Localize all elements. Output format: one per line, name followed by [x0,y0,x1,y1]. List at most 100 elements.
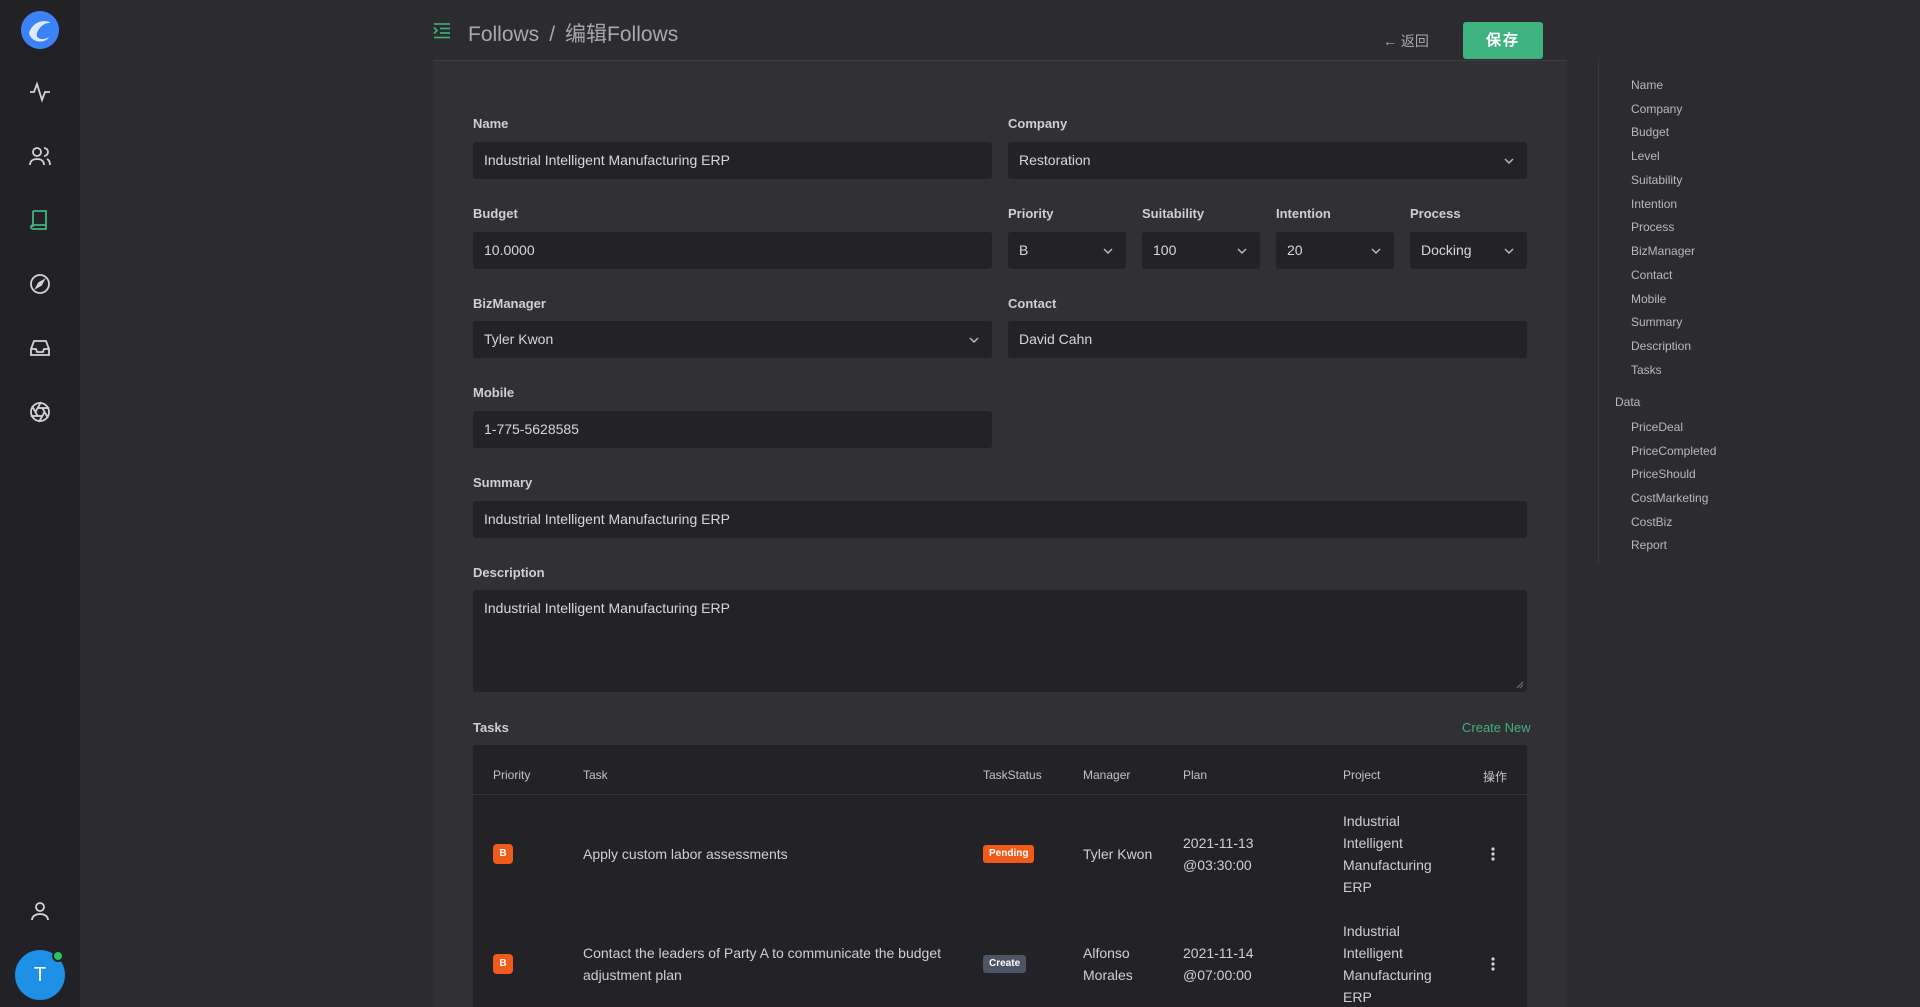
chevron-down-icon [1504,158,1514,164]
name-label: Name [473,116,509,131]
budget-label: Budget [473,206,518,221]
outline-item-budget[interactable]: Budget [1631,125,1669,139]
save-button[interactable]: 保存 [1463,22,1543,59]
outline-item-costbiz[interactable]: CostBiz [1631,515,1672,529]
priority-label: Priority [1008,206,1054,221]
left-rail: T [0,0,80,1007]
task-manager: Morales [1083,967,1133,983]
breadcrumb-current: 编辑Follows [565,23,679,46]
outline-item-report[interactable]: Report [1631,538,1667,552]
outline-item-process[interactable]: Process [1631,220,1674,234]
description-textarea[interactable]: Industrial Intelligent Manufacturing ERP [473,590,1527,692]
outline-item-pricecompleted[interactable]: PriceCompleted [1631,444,1716,458]
priority-select[interactable]: B [1008,232,1126,269]
column-header-plan[interactable]: Plan [1183,768,1207,782]
task-project: ERP [1343,989,1372,1005]
outline-item-description[interactable]: Description [1631,339,1691,353]
task-plan-time: @07:00:00 [1183,967,1252,983]
task-plan-time: @03:30:00 [1183,857,1252,873]
column-header-task[interactable]: Task [583,768,608,782]
outline-item-name[interactable]: Name [1631,78,1663,92]
task-project: Industrial [1343,923,1400,939]
company-select[interactable]: Restoration [1008,142,1527,179]
contact-input[interactable]: David Cahn [1008,321,1527,358]
outline-item-priceshould[interactable]: PriceShould [1631,467,1696,481]
outline-divider [1598,58,1599,563]
process-label: Process [1410,206,1461,221]
task-manager: Alfonso [1083,945,1130,961]
priority-badge: B [493,844,513,864]
activity-icon[interactable] [28,80,52,104]
summary-label: Summary [473,475,533,490]
task-name[interactable]: adjustment plan [583,964,682,986]
description-value: Industrial Intelligent Manufacturing ERP [484,600,730,616]
process-select[interactable]: Docking [1410,232,1527,269]
chevron-down-icon [1371,248,1381,254]
outline-item-contact[interactable]: Contact [1631,268,1672,282]
status-badge: Pending [983,845,1035,863]
priority-value: B [1019,242,1029,258]
intention-value: 20 [1287,242,1303,258]
column-header-taskstatus[interactable]: TaskStatus [983,768,1042,782]
task-project: Intelligent [1343,835,1403,851]
description-label: Description [473,565,545,580]
mobile-label: Mobile [473,385,515,400]
breadcrumb-root[interactable]: Follows [468,23,539,46]
outline-item-level[interactable]: Level [1631,149,1660,163]
task-project: Manufacturing [1343,967,1432,983]
chevron-down-icon [1103,248,1113,254]
task-project: ERP [1343,879,1372,895]
column-header-priority[interactable]: Priority [493,768,530,782]
contact-label: Contact [1008,296,1057,311]
suitability-select[interactable]: 100 [1142,232,1260,269]
priority-badge: B [493,954,513,974]
intention-label: Intention [1276,206,1331,221]
suitability-label: Suitability [1142,206,1205,221]
mobile-input[interactable]: 1-775-5628585 [473,411,992,448]
suitability-value: 100 [1153,242,1177,258]
outline-item-mobile[interactable]: Mobile [1631,292,1666,306]
bizmanager-label: BizManager [473,296,546,311]
task-name[interactable]: Apply custom labor assessments [583,843,788,865]
create-new-link[interactable]: Create New [1462,720,1531,735]
inbox-icon[interactable] [28,336,52,360]
task-name[interactable]: Contact the leaders of Party A to commun… [583,942,941,964]
outline-item-suitability[interactable]: Suitability [1631,173,1682,187]
name-input[interactable]: Industrial Intelligent Manufacturing ERP [473,142,992,179]
outline-item-intention[interactable]: Intention [1631,197,1677,211]
budget-input[interactable]: 10.0000 [473,232,992,269]
chevron-down-icon [1237,248,1247,254]
more-vertical-icon[interactable] [1485,956,1501,972]
chevron-down-icon [969,337,979,343]
task-plan-date: 2021-11-14 [1183,945,1254,961]
outline-item-bizmanager[interactable]: BizManager [1631,244,1695,258]
users-icon[interactable] [28,144,52,168]
task-project: Industrial [1343,813,1400,829]
compass-icon[interactable] [28,272,52,296]
outline-item-costmarketing[interactable]: CostMarketing [1631,491,1708,505]
user-icon[interactable] [28,899,52,923]
bizmanager-select[interactable]: Tyler Kwon [473,321,992,358]
more-vertical-icon[interactable] [1485,846,1501,862]
book-icon[interactable] [28,208,52,232]
intention-select[interactable]: 20 [1276,232,1394,269]
column-header-project[interactable]: Project [1343,768,1380,782]
outline-item-tasks[interactable]: Tasks [1631,363,1662,377]
form-card: Name Industrial Intelligent Manufacturin… [433,60,1567,1007]
task-project: Manufacturing [1343,857,1432,873]
back-link[interactable]: ← 返回 [1383,31,1429,51]
chevron-down-icon [1504,248,1514,254]
summary-input[interactable]: Industrial Intelligent Manufacturing ERP [473,501,1527,538]
logo-icon[interactable] [21,11,59,49]
status-badge: Create [983,955,1027,973]
outline-item-pricedeal[interactable]: PriceDeal [1631,420,1683,434]
online-status-dot [52,950,64,962]
outline-item-summary[interactable]: Summary [1631,315,1682,329]
resize-handle-icon[interactable] [1516,681,1524,689]
aperture-icon[interactable] [28,400,52,424]
column-header-manager[interactable]: Manager [1083,768,1130,782]
outline-group-data[interactable]: Data [1615,395,1640,409]
table-header-divider [473,794,1527,795]
menu-indent-icon[interactable] [432,20,452,40]
outline-item-company[interactable]: Company [1631,102,1682,116]
